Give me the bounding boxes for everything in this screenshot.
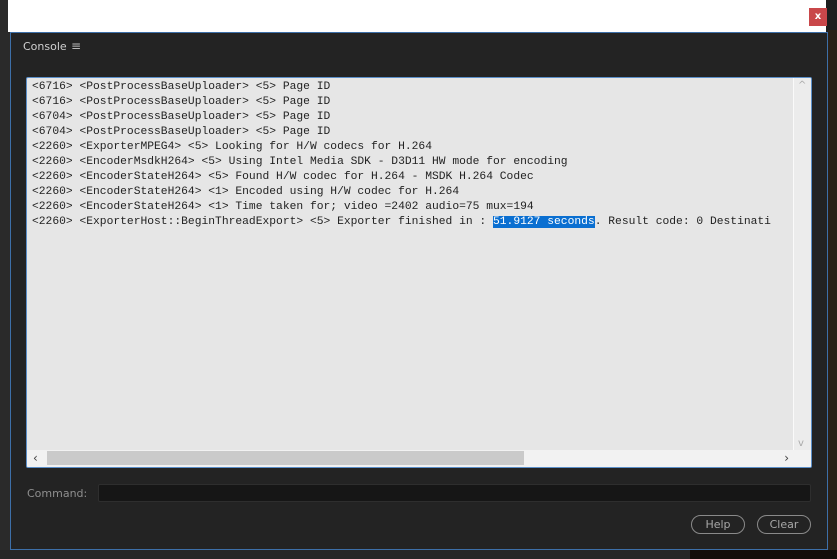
console-output[interactable]: <6716> <PostProcessBaseUploader> <5> Pag… [26,77,812,468]
background-app-bottom [0,550,837,559]
log-text: . Result code: 0 Destinati [594,216,771,228]
tab-console[interactable]: Console [23,40,67,53]
console-panel: Console ≡ <6716> <PostProcessBaseUploade… [10,32,828,550]
log-line: <6716> <PostProcessBaseUploader> <5> Pag… [32,81,331,93]
log-lines: <6716> <PostProcessBaseUploader> <5> Pag… [32,80,792,230]
help-button[interactable]: Help [691,515,745,534]
clear-button[interactable]: Clear [757,515,811,534]
log-line: <2260> <EncoderMsdkH264> <5> Using Intel… [32,156,568,168]
log-line: <6704> <PostProcessBaseUploader> <5> Pag… [32,111,331,123]
log-line: <6704> <PostProcessBaseUploader> <5> Pag… [32,126,331,138]
log-line: <6716> <PostProcessBaseUploader> <5> Pag… [32,96,331,108]
close-button[interactable]: x [809,8,827,26]
scroll-left-icon[interactable]: ‹ [33,451,38,465]
log-line: <2260> <ExporterHost::BeginThreadExport>… [32,215,792,230]
scroll-right-icon[interactable]: › [784,451,789,465]
log-line: <2260> <EncoderStateH264> <1> Time taken… [32,201,534,213]
horizontal-scrollbar[interactable]: ‹ › [27,450,811,467]
hamburger-icon[interactable]: ≡ [71,39,81,53]
background-window [828,30,837,559]
command-input[interactable] [98,484,811,502]
scroll-down-icon[interactable]: v [798,438,804,449]
horizontal-scroll-thumb[interactable] [47,451,524,465]
dialog-title-bar [8,0,826,32]
background-app [0,0,10,559]
command-label: Command: [27,487,88,500]
vertical-scrollbar[interactable]: ^ v [793,78,811,451]
selected-text: 51.9127 seconds [493,216,595,228]
log-text: <2260> <ExporterHost::BeginThreadExport>… [32,216,493,228]
log-line: <2260> <EncoderStateH264> <1> Encoded us… [32,186,460,198]
scroll-up-icon[interactable]: ^ [798,80,806,91]
log-line: <2260> <EncoderStateH264> <5> Found H/W … [32,171,534,183]
log-line: <2260> <ExporterMPEG4> <5> Looking for H… [32,141,432,153]
